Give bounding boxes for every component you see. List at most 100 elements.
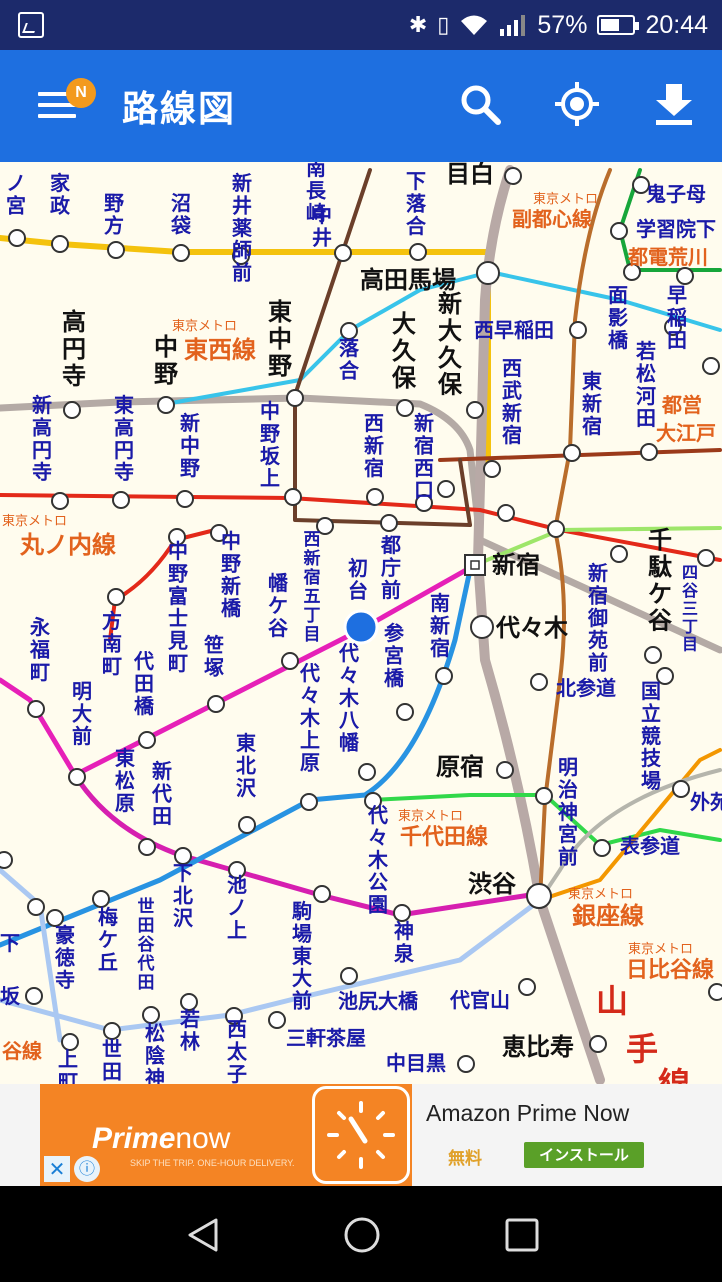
- station-meijijingumae[interactable]: 明治神宮前: [558, 755, 578, 869]
- station-nakanofujimicho[interactable]: 中野富士見町: [168, 539, 188, 675]
- station-mejiro[interactable]: 目白: [446, 162, 494, 188]
- station-koenji[interactable]: 高円寺: [62, 308, 86, 390]
- station-wakamatsukawada[interactable]: 若松河田: [635, 339, 656, 430]
- station-gakushuin[interactable]: 学習院下: [636, 217, 716, 241]
- station-shindaita[interactable]: 新代田: [151, 759, 172, 828]
- station-yoyogi[interactable]: 代々木: [495, 614, 569, 642]
- station-sangubashi[interactable]: 参宮橋: [384, 621, 405, 690]
- home-icon[interactable]: [342, 1215, 382, 1255]
- info-icon[interactable]: ⓘ: [74, 1156, 100, 1182]
- station-higashikoenji[interactable]: 東高円寺: [114, 393, 134, 484]
- station-kitasando[interactable]: 北参道: [556, 676, 616, 700]
- yamanote-label-1: 山: [596, 982, 628, 1020]
- station-honancho[interactable]: 方南町: [102, 609, 122, 678]
- station-seibushinjuku[interactable]: 西武新宿: [502, 356, 522, 447]
- station-higashinakano[interactable]: 東中野: [268, 298, 292, 380]
- station-arai_yakushi[interactable]: 新井薬師前: [232, 171, 252, 285]
- station-yoyogihachiman[interactable]: 代々木八幡: [338, 641, 360, 755]
- station-shoinjinja[interactable]: 松陰神: [145, 1021, 166, 1084]
- station-higashikitazawa[interactable]: 東北沢: [236, 731, 257, 800]
- station-okubo[interactable]: 大久保: [391, 310, 417, 392]
- station-nishishinjuku[interactable]: 西新宿: [364, 411, 384, 480]
- station-yoyogiuehara[interactable]: 代々木上原: [299, 661, 321, 775]
- station-higashishinjuku[interactable]: 東新宿: [582, 369, 602, 438]
- close-icon[interactable]: ✕: [44, 1156, 70, 1182]
- station-tori[interactable]: ノ宮: [6, 171, 26, 217]
- station-hatsudai[interactable]: 初台: [348, 556, 368, 602]
- station-shinjukugyoenmae[interactable]: 新宿御苑前: [587, 561, 608, 675]
- station-gotokuji[interactable]: 豪徳寺: [54, 923, 75, 992]
- install-button[interactable]: インストール: [524, 1142, 644, 1168]
- station-shinokubo[interactable]: 新大久保: [437, 290, 463, 399]
- hibiya-line-label: 日比谷線: [626, 957, 714, 983]
- station-ebisu[interactable]: 恵比寿: [502, 1033, 574, 1061]
- station-numabukuro[interactable]: 沼袋: [170, 191, 192, 237]
- station-yoyogikoen[interactable]: 代々木公園: [367, 803, 389, 917]
- station-kishibojin[interactable]: 鬼子母: [646, 182, 706, 206]
- station-nishiwaseda[interactable]: 西早稲田: [474, 318, 554, 342]
- gps-locate-icon[interactable]: [553, 80, 601, 128]
- station-daitabashi[interactable]: 代田橋: [133, 649, 155, 718]
- station-sendagaya[interactable]: 千駄ケ谷: [648, 526, 673, 635]
- station-ikejiriohashi[interactable]: 池尻大橋: [338, 989, 419, 1013]
- station-saka[interactable]: 坂: [0, 984, 21, 1008]
- station-ochiai[interactable]: 落合: [339, 336, 360, 382]
- shinjuku-hub-marker[interactable]: [464, 554, 486, 576]
- station-omokagebashi[interactable]: 面影橋: [608, 283, 629, 352]
- station-nishishinjukugochome[interactable]: 西新宿五丁目: [304, 530, 321, 645]
- station-yotsuya_sanchome[interactable]: 四谷三丁目: [682, 563, 699, 654]
- station-harajuku[interactable]: 原宿: [436, 753, 484, 781]
- station-meidaimae[interactable]: 明大前: [72, 679, 92, 748]
- ad-title[interactable]: Amazon Prime Now: [426, 1100, 629, 1127]
- station-shinjukunishiguchi[interactable]: 新宿西口: [414, 411, 434, 502]
- station-shinjuku[interactable]: 新宿: [492, 551, 540, 579]
- station-minamishinjuku[interactable]: 南新宿: [430, 591, 450, 660]
- station-sasazuka[interactable]: 笹塚: [204, 633, 224, 679]
- station-gaien[interactable]: 外苑: [690, 790, 722, 814]
- station-daikanyama[interactable]: 代官山: [449, 988, 510, 1012]
- marunouchi-branch: [108, 528, 217, 642]
- station-nakameguro[interactable]: 中目黒: [386, 1051, 446, 1075]
- station-omotesando[interactable]: 表参道: [620, 834, 680, 858]
- download-icon[interactable]: [650, 80, 698, 128]
- route-map-svg[interactable]: 東京メトロ 副都心線 都電荒川 東京メトロ 東西線 都営 大江戸 東京メトロ 丸…: [0, 162, 722, 1084]
- station-shimoochiai[interactable]: 下落合: [406, 169, 427, 238]
- station-saginomiya[interactable]: 家政: [50, 171, 71, 217]
- station-shimokitazawa[interactable]: 下北沢: [173, 861, 194, 930]
- station-nogata[interactable]: 野方: [104, 191, 124, 237]
- station-waseda[interactable]: 早稲田: [667, 283, 687, 352]
- recents-icon[interactable]: [504, 1217, 540, 1253]
- station-nakano[interactable]: 中野: [154, 333, 178, 388]
- station-sangenjaya[interactable]: 三軒茶屋: [286, 1026, 366, 1050]
- back-icon[interactable]: [184, 1216, 222, 1254]
- station-shinkoenji[interactable]: 新高円寺: [32, 393, 52, 484]
- ad-banner[interactable]: Primenow SKIP THE TRIP. ONE-HOUR DELIVER…: [0, 1084, 722, 1186]
- route-map[interactable]: 東京メトロ 副都心線 都電荒川 東京メトロ 東西線 都営 大江戸 東京メトロ 丸…: [0, 162, 722, 1084]
- navigation-bar: [0, 1186, 722, 1282]
- station-shinnakano[interactable]: 新中野: [180, 411, 200, 480]
- station-wakabayashi[interactable]: 若林: [179, 1007, 200, 1053]
- station-shinigami[interactable]: 南長崎: [306, 162, 327, 225]
- station-tochomae[interactable]: 都庁前: [380, 533, 401, 602]
- station-komabatodaimae[interactable]: 駒場東大前: [292, 899, 312, 1013]
- station-kamimachi[interactable]: 上町: [58, 1047, 78, 1084]
- station-setagaya[interactable]: 世田: [102, 1037, 122, 1083]
- station-higashimatsubara[interactable]: 東松原: [115, 746, 135, 815]
- station-hatagaya[interactable]: 幡ケ谷: [268, 571, 289, 640]
- ad-app-icon[interactable]: [312, 1086, 410, 1184]
- station-kokuritsukyogijo[interactable]: 国立競技場: [641, 679, 662, 793]
- station-shibuya[interactable]: 渋谷: [468, 870, 517, 898]
- station-nakanosakaue[interactable]: 中野坂上: [260, 399, 281, 490]
- clock-icon: [327, 1101, 395, 1169]
- station-nakanoshinbashi[interactable]: 中野新橋: [221, 529, 242, 620]
- station-ikenoue[interactable]: 池ノ上: [227, 873, 247, 942]
- station-nishitaishido[interactable]: 西太子: [227, 1017, 248, 1084]
- station-shinsen[interactable]: 神泉: [393, 919, 415, 965]
- search-icon[interactable]: [456, 80, 504, 128]
- station-setagayadaita[interactable]: 世田谷代田: [137, 897, 156, 993]
- yamanote-label-2: 手: [626, 1030, 658, 1068]
- new-badge: N: [66, 78, 96, 108]
- station-yamashita[interactable]: 下: [0, 931, 20, 955]
- station-eifukucho[interactable]: 永福町: [29, 615, 50, 684]
- station-umegaoka[interactable]: 梅ケ丘: [98, 905, 118, 974]
